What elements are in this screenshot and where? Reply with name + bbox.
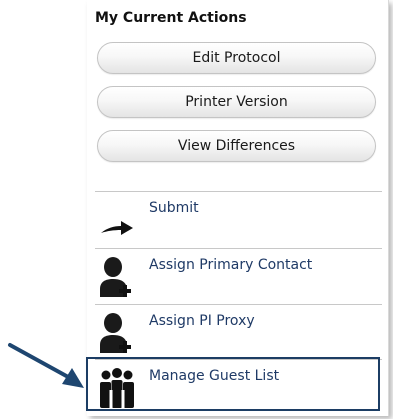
callout-arrow-icon xyxy=(8,343,84,388)
